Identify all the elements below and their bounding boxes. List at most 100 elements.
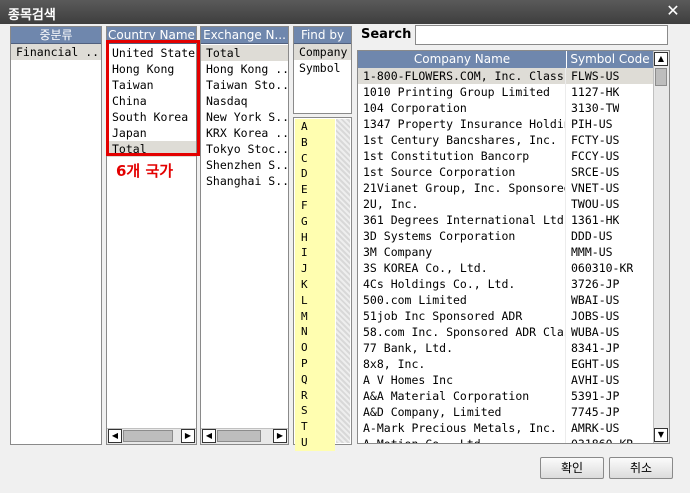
table-row[interactable]: 1-800-FLOWERS.COM, Inc. Class A FLWS-US xyxy=(358,68,653,84)
table-row[interactable]: 1347 Property Insurance Holding... PIH-US xyxy=(358,116,653,132)
findby-item-company[interactable]: Company xyxy=(294,44,351,60)
alphabet-letter[interactable]: B xyxy=(295,135,335,151)
country-item-south-korea[interactable]: South Korea xyxy=(107,109,196,125)
table-row[interactable]: 104 Corporation 3130-TW xyxy=(358,100,653,116)
symbol-code-cell: FLWS-US xyxy=(571,69,620,83)
category-panel: 중분류 Financial ... xyxy=(10,26,102,445)
alphabet-letter[interactable]: H xyxy=(295,230,335,246)
exchange-item[interactable]: Tokyo Stoc... xyxy=(201,141,288,157)
scroll-thumb[interactable] xyxy=(655,68,667,86)
grid-header: Company Name Symbol Code xyxy=(358,51,653,68)
alphabet-letter[interactable]: O xyxy=(295,340,335,356)
table-row[interactable]: 77 Bank, Ltd. 8341-JP xyxy=(358,340,653,356)
table-row[interactable]: 21Vianet Group, Inc. Sponsored ... VNET-U… xyxy=(358,180,653,196)
company-name-cell: A&D Company, Limited xyxy=(358,404,566,420)
table-row[interactable]: 1010 Printing Group Limited 1127-HK xyxy=(358,84,653,100)
alphabet-letter[interactable]: D xyxy=(295,166,335,182)
alphabet-letter[interactable]: J xyxy=(295,261,335,277)
search-input[interactable] xyxy=(415,25,668,45)
title-bar: 종목검색 ✕ xyxy=(0,0,690,24)
scroll-up-icon[interactable]: ▲ xyxy=(654,52,668,66)
alphabet-letter[interactable]: P xyxy=(295,356,335,372)
alphabet-letter[interactable]: I xyxy=(295,245,335,261)
table-row[interactable]: A-Motion Co., Ltd. 031860-KR xyxy=(358,436,653,443)
exchange-hscrollbar[interactable]: ◀ ▶ xyxy=(201,428,288,444)
scroll-right-icon[interactable]: ▶ xyxy=(181,429,195,443)
country-header: Country Name xyxy=(107,27,196,44)
symbol-code-cell: FCTY-US xyxy=(571,133,620,147)
alphabet-letter[interactable]: L xyxy=(295,293,335,309)
close-icon[interactable]: ✕ xyxy=(664,2,682,20)
alphabet-letter[interactable]: M xyxy=(295,309,335,325)
company-name-cell: 3D Systems Corporation xyxy=(358,228,566,244)
exchange-item[interactable]: Shanghai S... xyxy=(201,173,288,189)
alphabet-letter[interactable]: U xyxy=(295,435,335,451)
alphabet-letter[interactable]: K xyxy=(295,277,335,293)
table-row[interactable]: 1st Source Corporation SRCE-US xyxy=(358,164,653,180)
exchange-item[interactable]: Taiwan Sto... xyxy=(201,77,288,93)
company-name-cell: 21Vianet Group, Inc. Sponsored ... xyxy=(358,180,566,196)
company-name-cell: 1st Constitution Bancorp xyxy=(358,148,566,164)
table-row[interactable]: 1st Constitution Bancorp FCCY-US xyxy=(358,148,653,164)
exchange-item[interactable]: Hong Kong ... xyxy=(201,61,288,77)
company-name-cell: 1-800-FLOWERS.COM, Inc. Class A xyxy=(358,68,566,84)
table-row[interactable]: 500.com Limited WBAI-US xyxy=(358,292,653,308)
alphabet-letter[interactable]: T xyxy=(295,419,335,435)
symbol-code-cell: 1127-HK xyxy=(571,85,620,99)
category-item[interactable]: Financial ... xyxy=(11,44,101,60)
scroll-down-icon[interactable]: ▼ xyxy=(654,428,668,442)
alphabet-letter[interactable]: R xyxy=(295,388,335,404)
exchange-item[interactable]: KRX Korea ... xyxy=(201,125,288,141)
findby-item-symbol[interactable]: Symbol xyxy=(294,60,351,76)
table-row[interactable]: A&A Material Corporation 5391-JP xyxy=(358,388,653,404)
alphabet-letter[interactable]: N xyxy=(295,324,335,340)
table-row[interactable]: 8x8, Inc. EGHT-US xyxy=(358,356,653,372)
company-name-cell: A V Homes Inc xyxy=(358,372,566,388)
country-hscrollbar[interactable]: ◀ ▶ xyxy=(107,428,196,444)
table-row[interactable]: 58.com Inc. Sponsored ADR Class A WUBA-US xyxy=(358,324,653,340)
country-item-united-states[interactable]: United States xyxy=(107,45,196,61)
country-item-china[interactable]: China xyxy=(107,93,196,109)
table-row[interactable]: 3D Systems Corporation DDD-US xyxy=(358,228,653,244)
symbol-code-cell: AMRK-US xyxy=(571,421,620,435)
scroll-left-icon[interactable]: ◀ xyxy=(202,429,216,443)
table-row[interactable]: 51job Inc Sponsored ADR JOBS-US xyxy=(358,308,653,324)
exchange-item[interactable]: Shenzhen S... xyxy=(201,157,288,173)
country-item-hong-kong[interactable]: Hong Kong xyxy=(107,61,196,77)
alphabet-letter[interactable]: Q xyxy=(295,372,335,388)
table-row[interactable]: 361 Degrees International Ltd. 1361-HK xyxy=(358,212,653,228)
table-row[interactable]: 2U, Inc. TWOU-US xyxy=(358,196,653,212)
table-row[interactable]: 3S KOREA Co., Ltd. 060310-KR xyxy=(358,260,653,276)
alphabet-letter[interactable]: E xyxy=(295,182,335,198)
table-row[interactable]: 1st Century Bancshares, Inc. FCTY-US xyxy=(358,132,653,148)
grid-vscrollbar[interactable]: ▲ ▼ xyxy=(653,51,669,443)
table-row[interactable]: 3M Company MMM-US xyxy=(358,244,653,260)
scroll-right-icon[interactable]: ▶ xyxy=(273,429,287,443)
company-name-cell: 8x8, Inc. xyxy=(358,356,566,372)
alphabet-letter[interactable]: G xyxy=(295,214,335,230)
scroll-thumb[interactable] xyxy=(123,430,173,442)
table-row[interactable]: 4Cs Holdings Co., Ltd. 3726-JP xyxy=(358,276,653,292)
scroll-left-icon[interactable]: ◀ xyxy=(108,429,122,443)
cancel-button[interactable]: 취소 xyxy=(609,457,673,479)
scroll-thumb[interactable] xyxy=(217,430,261,442)
alphabet-letter[interactable]: A xyxy=(295,119,335,135)
exchange-item[interactable]: Total xyxy=(201,45,288,61)
table-row[interactable]: A-Mark Precious Metals, Inc. AMRK-US xyxy=(358,420,653,436)
table-row[interactable]: A V Homes Inc AVHI-US xyxy=(358,372,653,388)
company-name-cell: 361 Degrees International Ltd. xyxy=(358,212,566,228)
alphabet-letter[interactable]: C xyxy=(295,151,335,167)
column-header-symbol-code[interactable]: Symbol Code xyxy=(567,51,653,68)
exchange-item[interactable]: Nasdaq xyxy=(201,93,288,109)
column-header-company-name[interactable]: Company Name xyxy=(358,51,567,68)
table-row[interactable]: A&D Company, Limited 7745-JP xyxy=(358,404,653,420)
country-item-taiwan[interactable]: Taiwan xyxy=(107,77,196,93)
country-item-total[interactable]: Total xyxy=(107,141,196,157)
annotation-label: 6개 국가 xyxy=(116,162,174,180)
ok-button[interactable]: 확인 xyxy=(540,457,604,479)
exchange-panel: Exchange N... Total Hong Kong ... Taiwan… xyxy=(200,26,289,445)
country-item-japan[interactable]: Japan xyxy=(107,125,196,141)
alphabet-letter[interactable]: S xyxy=(295,403,335,419)
alphabet-letter[interactable]: F xyxy=(295,198,335,214)
exchange-item[interactable]: New York S... xyxy=(201,109,288,125)
